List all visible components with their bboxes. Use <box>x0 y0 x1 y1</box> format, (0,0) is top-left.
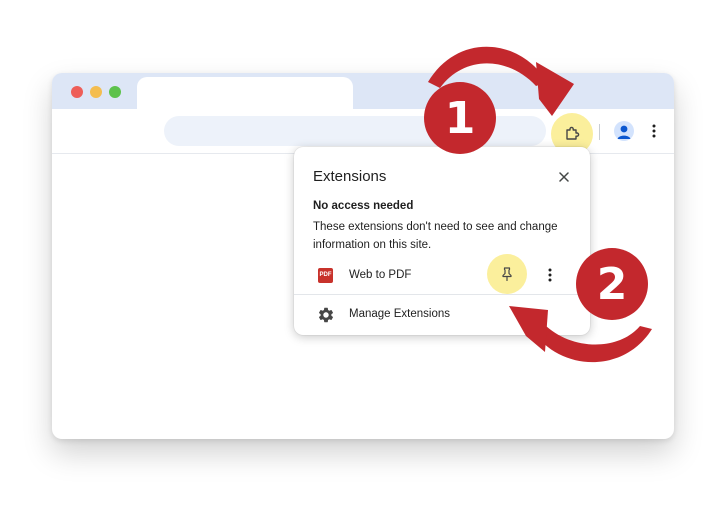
arrow-1-shape <box>428 46 547 88</box>
step-2-badge: 2 <box>576 248 648 320</box>
arrow-2-shape <box>532 324 652 363</box>
arrow-2-head <box>509 306 548 352</box>
step-1-badge: 1 <box>424 82 496 154</box>
arrow-1-head <box>536 62 574 116</box>
